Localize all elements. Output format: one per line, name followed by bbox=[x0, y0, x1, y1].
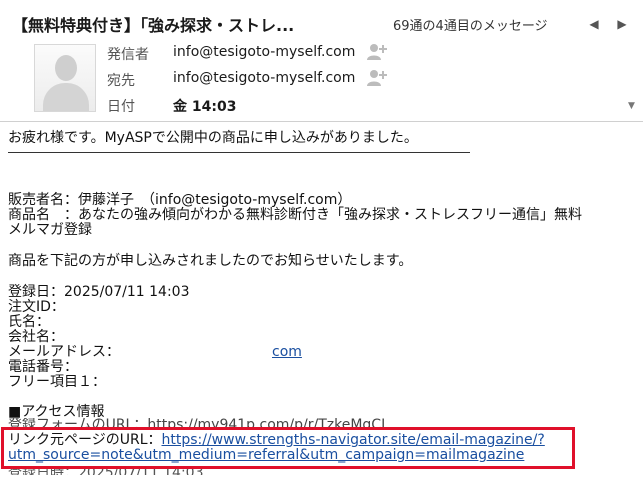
product-line-continued: メルマガ登録 bbox=[8, 222, 92, 238]
message-subject: 【無料特典付き】「強み探求・ストレ... bbox=[12, 16, 295, 35]
order-id: 注文ID： bbox=[8, 299, 65, 315]
registered-date: 登録日：2025/07/11 14:03 bbox=[8, 284, 190, 300]
notice-text: 商品を下記の方が申し込みされましたのでお知らせいたします。 bbox=[8, 253, 413, 269]
phone-line: 電話番号： bbox=[8, 359, 78, 375]
company-name: 会社名： bbox=[8, 329, 64, 345]
avatar-head-shape bbox=[55, 55, 77, 81]
seller-line: 販売者名：伊藤洋子 （info@tesigoto-myself.com） bbox=[8, 192, 352, 208]
avatar-body-shape bbox=[43, 83, 89, 111]
free-item-line: フリー項目１： bbox=[8, 374, 106, 390]
product-line: 商品名 ：あなたの強み傾向がわかる無料診断付き「強み探求・ストレスフリー通信」無… bbox=[8, 207, 582, 223]
customer-name: 氏名： bbox=[8, 314, 50, 330]
message-position: 69通の4通目のメッセージ bbox=[393, 19, 548, 34]
sender-avatar bbox=[34, 44, 96, 112]
email-label: メールアドレス： bbox=[8, 344, 120, 360]
divider bbox=[8, 152, 470, 153]
referrer-line: リンク元ページのURL：https://www.strengths-naviga… bbox=[8, 432, 545, 448]
to-label: 宛先 bbox=[107, 73, 135, 89]
referrer-url-link-continued[interactable]: utm_source=note&utm_medium=referral&utm_… bbox=[8, 447, 524, 463]
add-contact-icon[interactable] bbox=[366, 41, 388, 63]
next-message-icon[interactable]: ▶ bbox=[612, 14, 632, 34]
to-address[interactable]: info@tesigoto-myself.com bbox=[173, 70, 355, 86]
previous-message-icon[interactable]: ◀ bbox=[584, 14, 604, 34]
form-url-line[interactable]: 登録フォームのURL：https://my941p.com/p/r/TzkeMq… bbox=[8, 418, 389, 428]
add-contact-icon[interactable] bbox=[366, 67, 388, 89]
message-header: 【無料特典付き】「強み探求・ストレ... 69通の4通目のメッセージ ◀ ▶ 発… bbox=[0, 0, 643, 122]
from-address[interactable]: info@tesigoto-myself.com bbox=[173, 44, 355, 60]
referrer-url-link[interactable]: https://www.strengths-navigator.site/ema… bbox=[162, 432, 545, 448]
expand-header-icon[interactable]: ▼ bbox=[628, 101, 635, 111]
email-line: メールアドレス： com bbox=[8, 344, 302, 360]
greeting-text: お疲れ様です。MyASPで公開中の商品に申し込みがありました。 bbox=[8, 130, 418, 146]
referrer-url-continued: utm_source=note&utm_medium=referral&utm_… bbox=[8, 447, 524, 463]
cut-off-line: 登録日時：2025/07/11 14:03 bbox=[8, 466, 204, 475]
date-value: 金 14:03 bbox=[173, 99, 237, 115]
email-link[interactable]: com bbox=[272, 344, 302, 360]
date-label: 日付 bbox=[107, 99, 135, 115]
from-label: 発信者 bbox=[107, 47, 149, 63]
referrer-label: リンク元ページのURL： bbox=[8, 432, 162, 448]
